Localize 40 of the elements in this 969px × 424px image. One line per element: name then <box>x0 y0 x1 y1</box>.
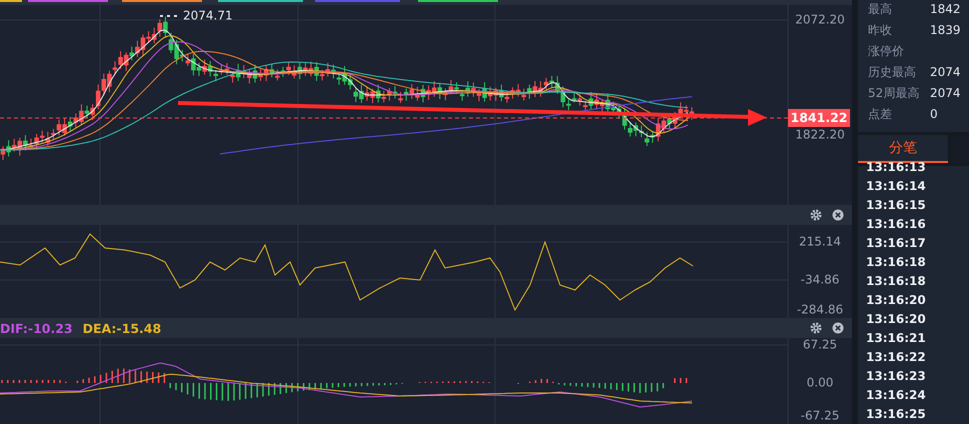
tick-time: 13:16:24 <box>866 387 927 404</box>
quote-label: 涨停价 <box>868 43 905 60</box>
quote-value: 2074 <box>930 64 962 81</box>
last-price-badge: 1841.22 <box>788 109 850 127</box>
tick-time: 13:16:15 <box>866 197 927 214</box>
dif-value: DIF:-10.23 <box>0 320 73 336</box>
tick-time: 13:16:20 <box>866 292 927 309</box>
tick-time: 13:16:18 <box>866 254 927 271</box>
tick-time: 13:16:23 <box>866 368 927 385</box>
tick-time: 13:16:21 <box>866 330 927 347</box>
quote-label: 历史最高 <box>868 64 917 81</box>
quote-label: 昨收 <box>868 22 893 39</box>
tick-time: 13:16:20 <box>866 311 927 328</box>
axis-label: 1822.20 <box>795 127 845 142</box>
settings-icon[interactable] <box>810 322 822 334</box>
tick-time: 13:16:14 <box>866 178 927 195</box>
quote-label: 点差 <box>868 106 893 123</box>
axis-label: 215.14 <box>799 234 841 248</box>
axis-label: -34.86 <box>800 272 840 286</box>
tick-time: 13:16:18 <box>866 273 927 290</box>
quote-value: 1842 <box>930 1 962 18</box>
settings-icon[interactable] <box>810 209 822 221</box>
tick-time: 13:16:22 <box>866 349 927 366</box>
quote-value: 0 <box>930 106 939 123</box>
tick-time: 13:16:17 <box>866 235 927 252</box>
tick-time: 13:16:25 <box>866 406 927 423</box>
axis-label: 2072.20 <box>795 12 845 26</box>
axis-label: -284.86 <box>796 302 844 316</box>
axis-label: 67.25 <box>802 338 838 352</box>
close-icon[interactable] <box>832 209 844 221</box>
dea-value: DEA:-15.48 <box>82 320 162 336</box>
quote-label: 52周最高 <box>868 85 920 102</box>
quote-value: 1839 <box>930 22 962 39</box>
quote-label: 最高 <box>868 1 893 18</box>
quote-value: 2074 <box>930 85 962 102</box>
axis-label: -67.25 <box>800 408 840 422</box>
close-icon[interactable] <box>832 322 844 334</box>
peak-price-label: 2074.71 <box>183 8 233 22</box>
axis-label: 0.00 <box>806 375 834 390</box>
tick-time: 13:16:16 <box>866 216 927 233</box>
